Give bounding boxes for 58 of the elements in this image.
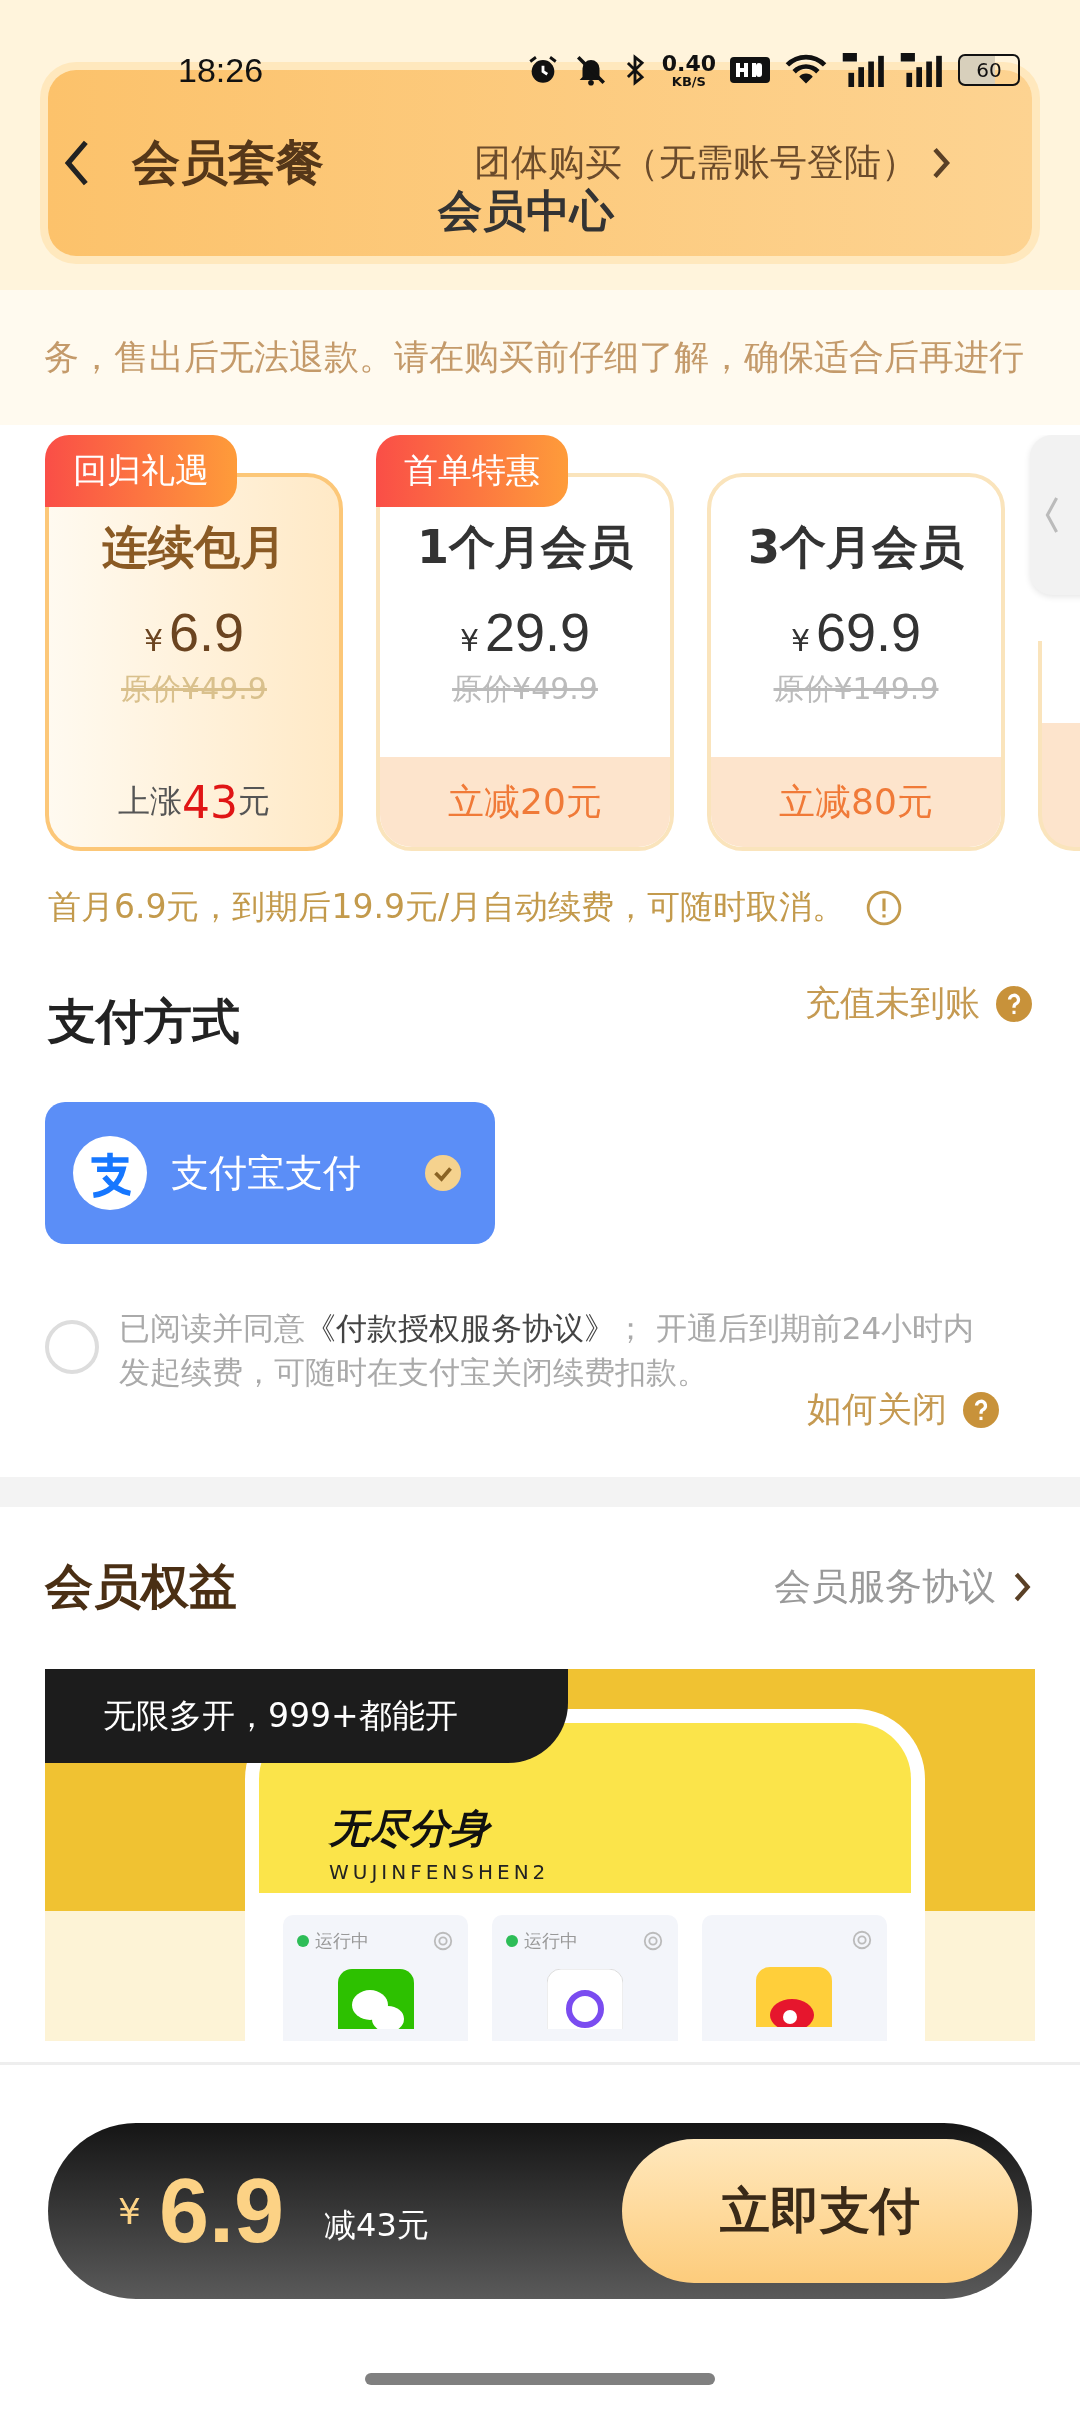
check-icon xyxy=(425,1155,461,1191)
original-price: 原价¥49.9 xyxy=(121,670,267,708)
network-speed: 0.40 xyxy=(661,52,716,75)
section-title: 支付方式 xyxy=(48,992,240,1051)
pay-button[interactable]: 立即支付 xyxy=(622,2139,1018,2283)
plan-name: 连续包月 xyxy=(102,519,286,576)
status-time: 18:26 xyxy=(178,50,264,90)
running-dot-icon xyxy=(297,1935,309,1947)
plan-name: 1个月会员 xyxy=(417,519,633,576)
help-icon xyxy=(996,985,1032,1022)
signal-icon xyxy=(900,53,944,87)
running-dot-icon xyxy=(506,1935,519,1947)
app-icon xyxy=(337,1969,414,2029)
notice-text: 务，售出后无法退款。请在购买前仔细了解，确保适合后再进行 xyxy=(44,336,1024,379)
app-status: 运行中 xyxy=(524,1929,579,1953)
promo-badge: 首单特惠 xyxy=(376,435,568,507)
signal-icon xyxy=(842,53,886,87)
app-icon xyxy=(756,1967,833,2027)
info-icon xyxy=(865,888,904,927)
increase-amount: 43 xyxy=(182,776,238,828)
chevron-left-icon xyxy=(1044,495,1060,535)
app-subtitle: WUJINFENSHEN2 xyxy=(329,1860,551,1884)
currency-symbol: ¥ xyxy=(143,623,163,658)
agree-checkbox[interactable] xyxy=(45,1320,99,1374)
gear-icon xyxy=(641,1930,664,1952)
alipay-icon xyxy=(73,1136,147,1210)
plan-card[interactable]: 3个月会员 ¥69.9 原价¥149.9 立减80元 xyxy=(707,473,1005,851)
discount-label: 减43元 xyxy=(324,2205,429,2246)
app-icon xyxy=(547,1969,623,2029)
currency-symbol: ¥ xyxy=(790,623,810,658)
agreement-link[interactable]: 《付款授权服务协议》 xyxy=(305,1310,615,1346)
app-status: 运行中 xyxy=(315,1929,369,1953)
increase-unit: 元 xyxy=(238,781,270,822)
promo-badge: 回归礼遇 xyxy=(45,435,237,507)
renewal-note: 首月6.9元，到期后19.9元/月自动续费，可随时取消。 xyxy=(48,886,846,928)
speed-unit: KB/S xyxy=(671,74,706,88)
help-icon xyxy=(963,1391,999,1428)
increase-label: 上涨 xyxy=(118,781,182,822)
app-name: 无尽分身 xyxy=(329,1801,911,1856)
plan-name: 3个月会员 xyxy=(748,519,964,576)
section-title: 会员权益 xyxy=(45,1557,237,1616)
currency-symbol: ¥ xyxy=(459,623,479,658)
discount-label: 立减80元 xyxy=(711,757,1001,847)
side-handle[interactable] xyxy=(1030,435,1080,595)
hd-icon xyxy=(730,55,770,85)
gear-icon xyxy=(851,1929,873,1951)
discount-label: 立减20元 xyxy=(380,757,670,847)
original-price: 原价¥49.9 xyxy=(452,670,598,708)
plan-price: 6.9 xyxy=(169,601,245,663)
banner-tag: 无限多开，999+都能开 xyxy=(45,1669,568,1763)
plan-tab[interactable]: 会员套餐 xyxy=(132,131,324,195)
gear-icon xyxy=(432,1930,455,1952)
original-price: 原价¥149.9 xyxy=(773,670,939,708)
total-price: 6.9 xyxy=(158,2159,285,2263)
chevron-right-icon xyxy=(1012,1570,1032,1604)
currency-symbol: ¥ xyxy=(118,2190,141,2232)
plan-price: 29.9 xyxy=(485,601,591,663)
plan-price: 69.9 xyxy=(816,601,922,663)
